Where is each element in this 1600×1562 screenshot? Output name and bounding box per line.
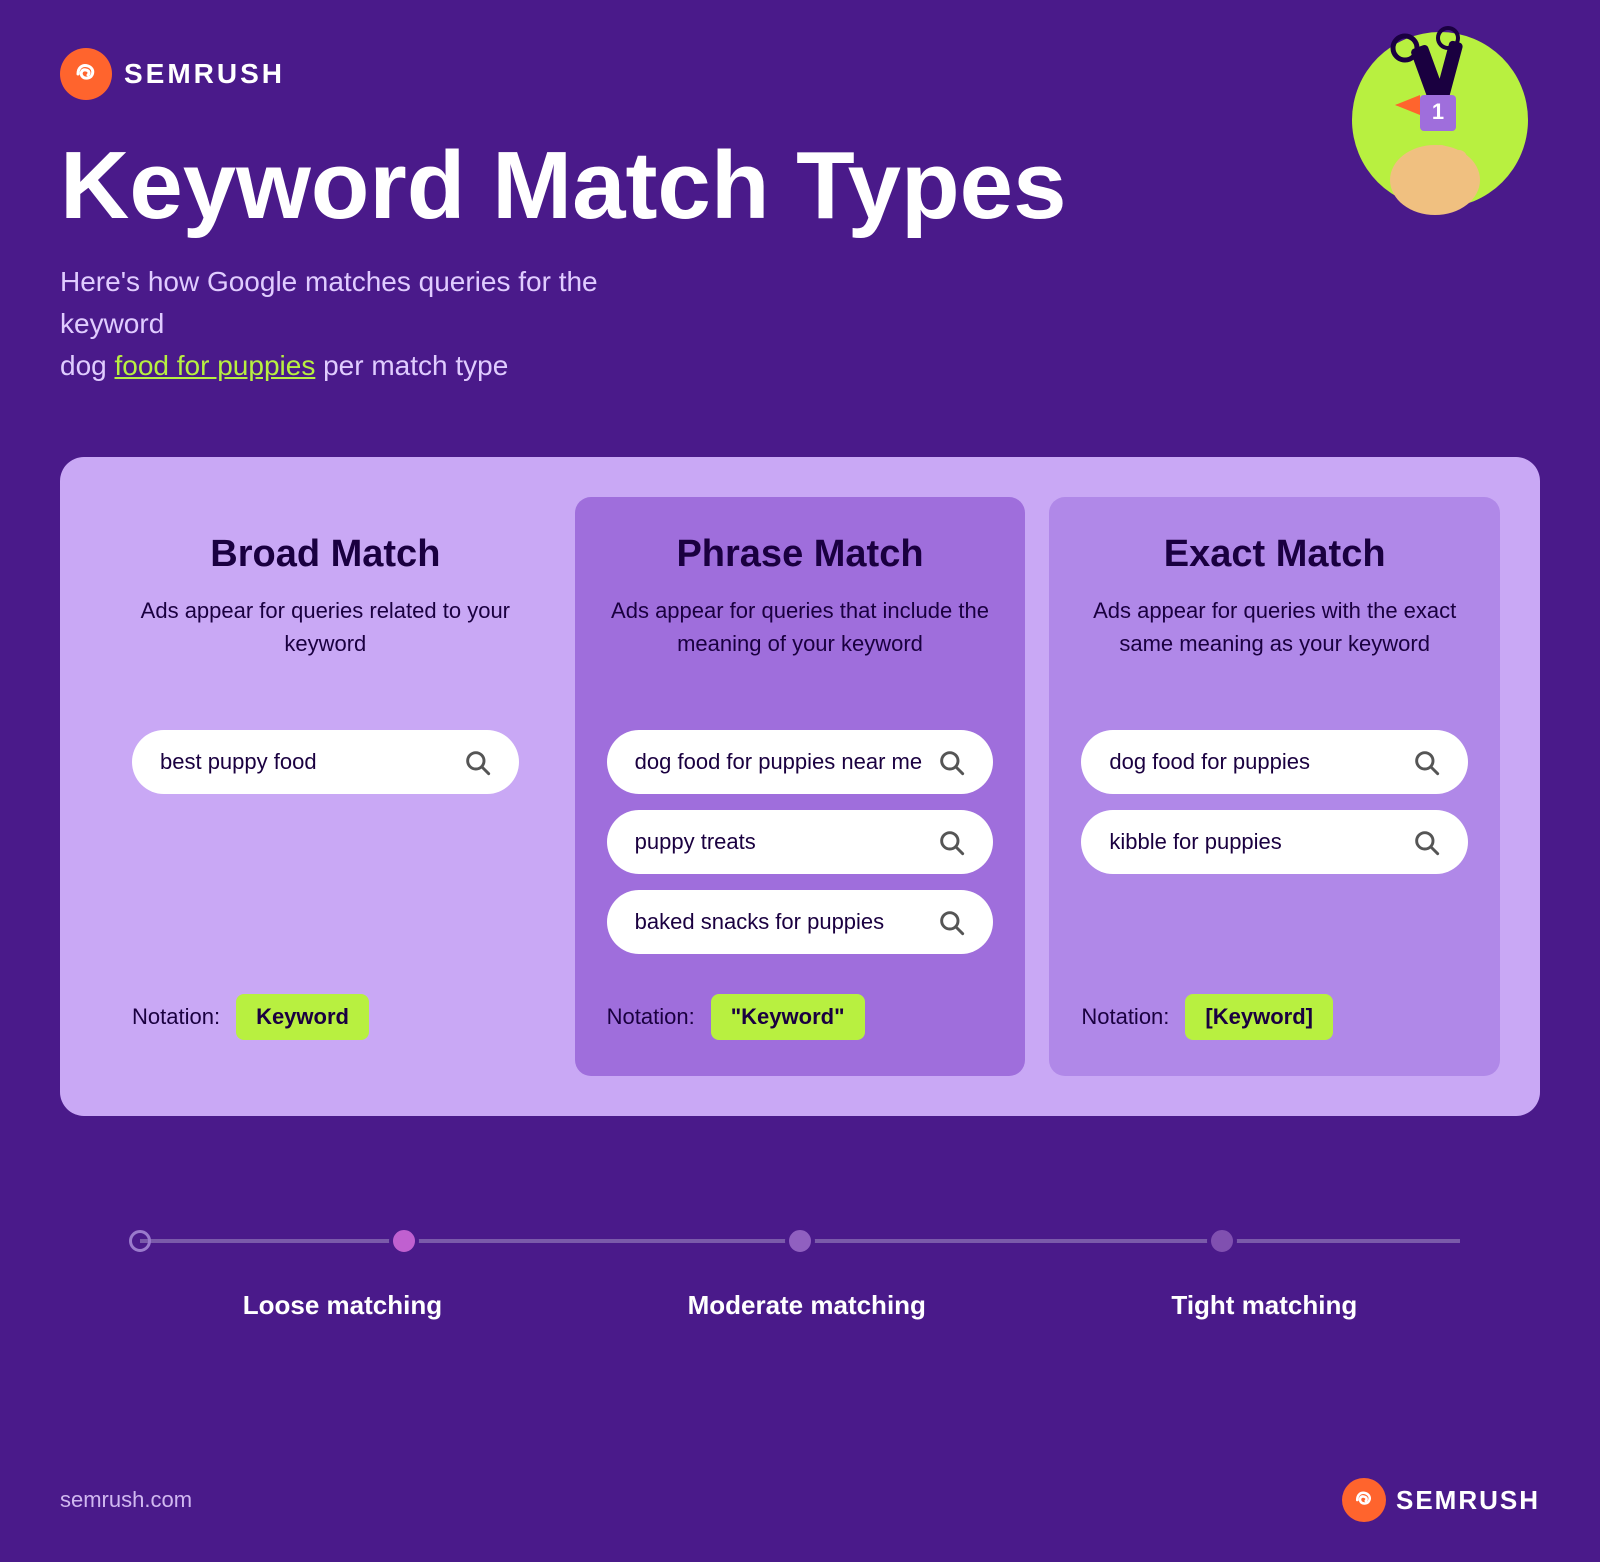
search-pill-dog-food-near-me: dog food for puppies near me <box>607 730 994 794</box>
footer-url: semrush.com <box>60 1487 192 1513</box>
search-pill-baked-snacks: baked snacks for puppies <box>607 890 994 954</box>
exact-match-column: Exact Match Ads appear for queries with … <box>1049 497 1500 1076</box>
svg-text:1: 1 <box>1432 99 1444 124</box>
exact-match-desc: Ads appear for queries with the exact sa… <box>1081 594 1468 694</box>
search-icon <box>1412 748 1440 776</box>
subtitle-text: Here's how Google matches queries for th… <box>60 261 660 387</box>
footer: semrush.com SEMRUSH <box>0 1478 1600 1522</box>
timeline-dot-phrase <box>785 1226 815 1256</box>
search-pill-text: dog food for puppies <box>1109 749 1310 775</box>
logo-text: SEMRUSH <box>124 58 285 90</box>
phrase-match-title: Phrase Match <box>607 533 994 576</box>
phrase-match-desc: Ads appear for queries that include the … <box>607 594 994 694</box>
phrase-match-column: Phrase Match Ads appear for queries that… <box>575 497 1026 1076</box>
broad-notation-row: Notation: Keyword <box>132 994 519 1040</box>
footer-logo: SEMRUSH <box>1342 1478 1540 1522</box>
subtitle-suffix: per match type <box>323 350 508 381</box>
search-icon <box>937 908 965 936</box>
keyword-highlight: food for puppies <box>115 350 316 381</box>
exact-search-pills: dog food for puppies kibble for puppies <box>1081 730 1468 954</box>
timeline-labels: Loose matching Moderate matching Tight m… <box>120 1290 1480 1321</box>
broad-notation-label: Notation: <box>132 1004 220 1030</box>
exact-notation-row: Notation: [Keyword] <box>1081 994 1468 1040</box>
search-pill-kibble: kibble for puppies <box>1081 810 1468 874</box>
timeline-section: Loose matching Moderate matching Tight m… <box>0 1156 1600 1361</box>
search-pill-text: puppy treats <box>635 829 756 855</box>
timeline-dot-broad <box>389 1226 419 1256</box>
exact-match-title: Exact Match <box>1081 533 1468 576</box>
hero-illustration: 1 <box>1320 20 1540 240</box>
timeline-track <box>140 1216 1460 1266</box>
page-title: Keyword Match Types <box>60 136 1540 237</box>
footer-logo-text: SEMRUSH <box>1396 1485 1540 1516</box>
keys-illustration: 1 <box>1320 20 1540 240</box>
search-pill-dog-food-puppies: dog food for puppies <box>1081 730 1468 794</box>
search-pill-text: baked snacks for puppies <box>635 909 885 935</box>
exact-notation-badge: [Keyword] <box>1185 994 1333 1040</box>
search-pill-text: kibble for puppies <box>1109 829 1281 855</box>
search-icon <box>937 828 965 856</box>
search-icon <box>1412 828 1440 856</box>
broad-match-desc: Ads appear for queries related to your k… <box>132 594 519 694</box>
search-pill-text: best puppy food <box>160 749 317 775</box>
phrase-search-pills: dog food for puppies near me puppy treat… <box>607 730 994 954</box>
footer-logo-icon <box>1342 1478 1386 1522</box>
semrush-logo-icon <box>60 48 112 100</box>
subtitle-plain: Here's how Google matches queries for th… <box>60 266 598 339</box>
timeline-dot-exact <box>1207 1226 1237 1256</box>
search-pill-puppy-treats: puppy treats <box>607 810 994 874</box>
timeline-label-loose: Loose matching <box>243 1290 442 1321</box>
exact-notation-label: Notation: <box>1081 1004 1169 1030</box>
broad-match-title: Broad Match <box>132 533 519 576</box>
broad-notation-badge: Keyword <box>236 994 369 1040</box>
phrase-notation-badge: "Keyword" <box>711 994 865 1040</box>
search-icon <box>463 748 491 776</box>
phrase-notation-label: Notation: <box>607 1004 695 1030</box>
search-pill-best-puppy-food: best puppy food <box>132 730 519 794</box>
header-section: SEMRUSH 1 Keyword Match Types Here's how… <box>0 0 1600 417</box>
timeline-dot-start <box>129 1230 151 1252</box>
broad-search-pills: best puppy food <box>132 730 519 954</box>
phrase-notation-row: Notation: "Keyword" <box>607 994 994 1040</box>
main-card: Broad Match Ads appear for queries relat… <box>60 457 1540 1116</box>
logo-area: SEMRUSH <box>60 48 1540 100</box>
search-icon <box>937 748 965 776</box>
timeline-label-moderate: Moderate matching <box>688 1290 926 1321</box>
timeline-label-tight: Tight matching <box>1171 1290 1357 1321</box>
broad-match-column: Broad Match Ads appear for queries relat… <box>100 497 551 1076</box>
search-pill-text: dog food for puppies near me <box>635 749 922 775</box>
